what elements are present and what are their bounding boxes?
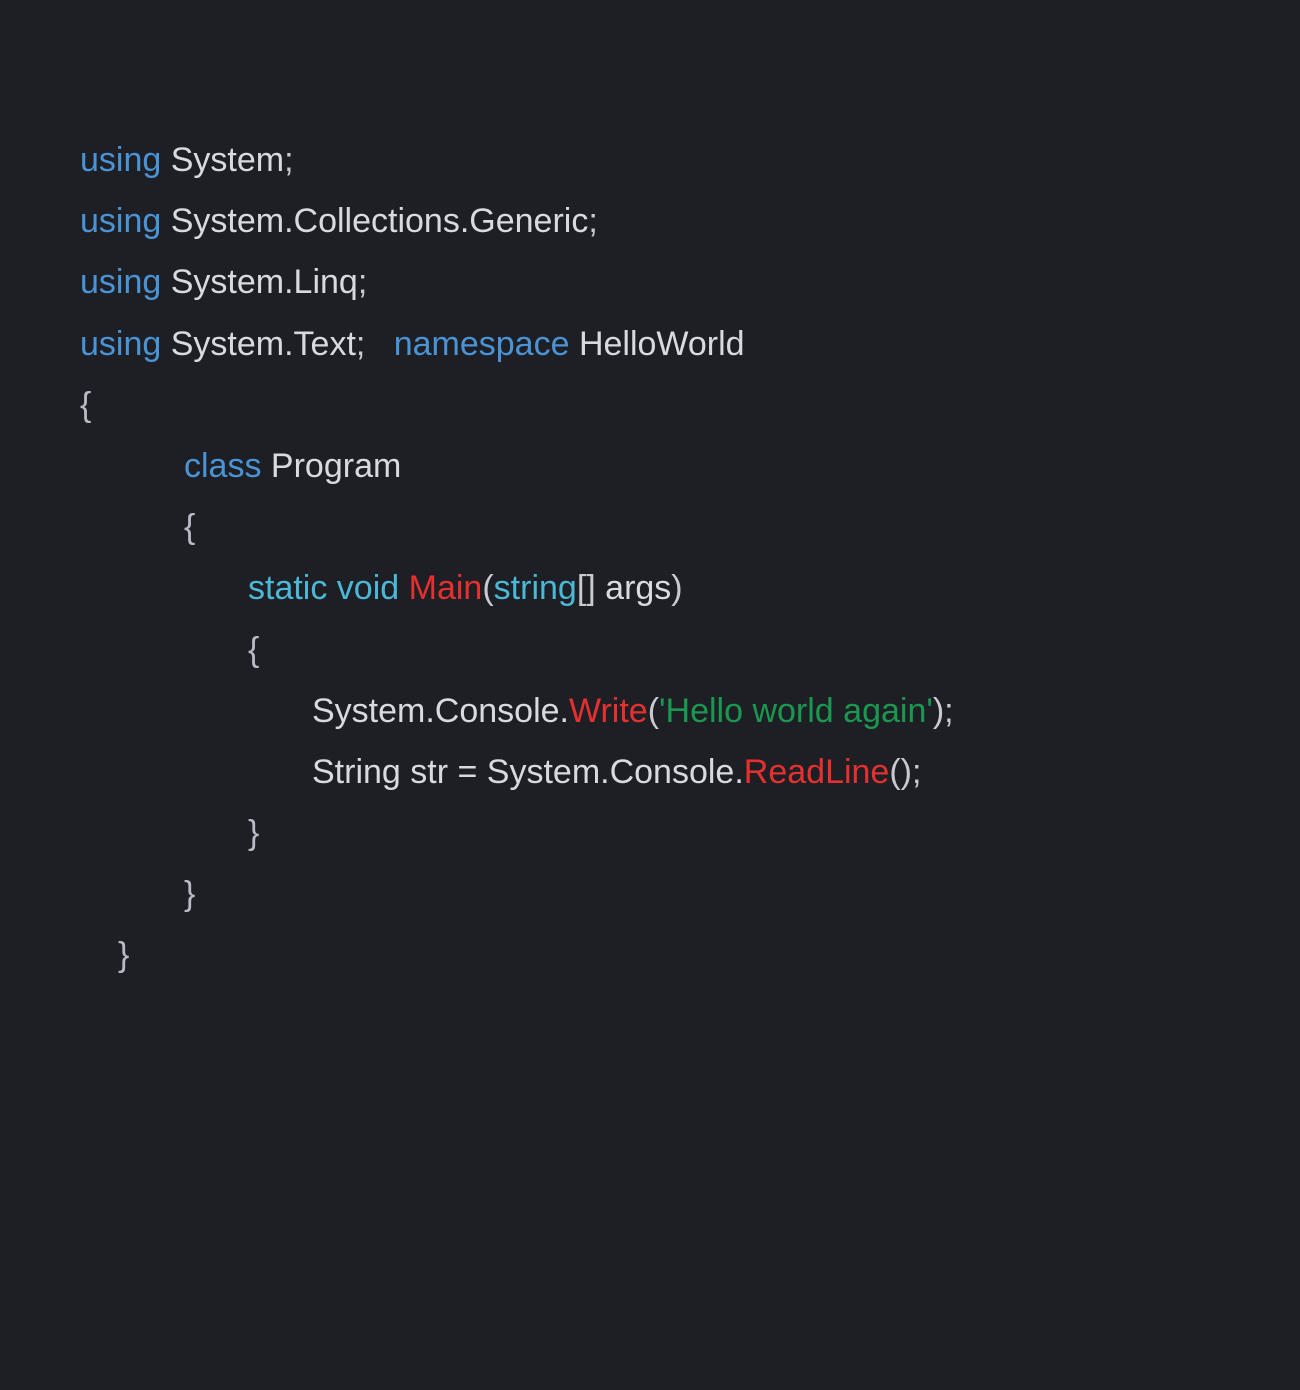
code-line-open-brace-ns: { <box>80 375 1220 436</box>
keyword-class: class <box>184 447 261 485</box>
brace-open: { <box>184 508 195 546</box>
code-line-readline: String str = System.Console.ReadLine(); <box>80 742 1220 803</box>
keyword-static-void: static void <box>248 569 399 607</box>
identifier-system-console: System.Console. <box>312 692 569 730</box>
code-line-using-collections: using System.Collections.Generic; <box>80 191 1220 252</box>
code-line-close-brace-class: } <box>80 864 1220 925</box>
identifier-system: System <box>171 141 284 179</box>
identifier-string-str: String str = System.Console. <box>312 753 744 791</box>
brace-close: } <box>184 875 195 913</box>
code-line-using-text-namespace: using System.Text; namespace HelloWorld <box>80 314 1220 375</box>
keyword-namespace: namespace <box>394 325 570 363</box>
brace-open: { <box>248 631 259 669</box>
code-line-using-linq: using System.Linq; <box>80 252 1220 313</box>
identifier-args: args <box>605 569 671 607</box>
function-main: Main <box>409 569 483 607</box>
code-line-class: class Program <box>80 436 1220 497</box>
code-line-open-brace-class: { <box>80 497 1220 558</box>
keyword-using: using <box>80 202 161 240</box>
code-line-close-brace-main: } <box>80 803 1220 864</box>
function-readline: ReadLine <box>744 753 890 791</box>
identifier-linq: System.Linq <box>171 263 358 301</box>
string-literal: 'Hello world again' <box>659 692 933 730</box>
keyword-using: using <box>80 141 161 179</box>
keyword-using: using <box>80 263 161 301</box>
code-line-close-brace-ns: } <box>80 925 1220 986</box>
code-editor: using System; using System.Collections.G… <box>80 130 1220 987</box>
keyword-string: string <box>494 569 577 607</box>
brace-close: } <box>248 814 259 852</box>
identifier-helloworld: HelloWorld <box>579 325 745 363</box>
code-line-main-signature: static void Main(string[] args) <box>80 558 1220 619</box>
identifier-collections: System.Collections.Generic <box>171 202 589 240</box>
code-line-write: System.Console.Write('Hello world again'… <box>80 681 1220 742</box>
code-line-open-brace-main: { <box>80 620 1220 681</box>
keyword-using: using <box>80 325 161 363</box>
identifier-program: Program <box>271 447 401 485</box>
code-line-using-system: using System; <box>80 130 1220 191</box>
function-write: Write <box>569 692 648 730</box>
brace-open: { <box>80 386 91 424</box>
brace-close: } <box>118 936 129 974</box>
identifier-text: System.Text <box>171 325 356 363</box>
